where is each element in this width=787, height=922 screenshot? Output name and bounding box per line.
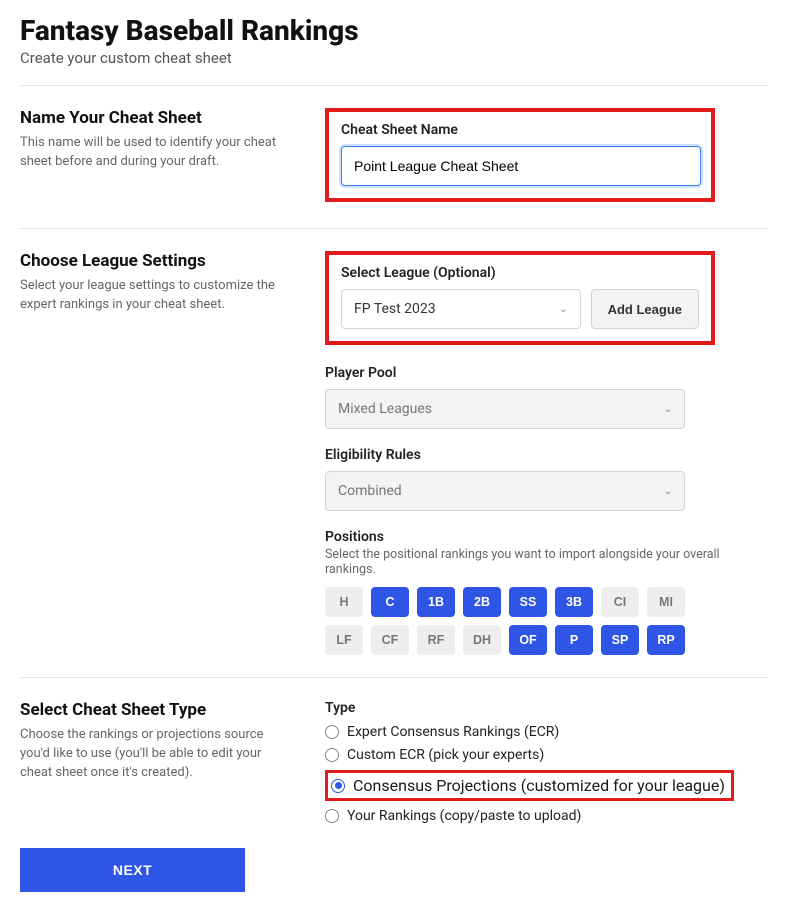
type-option[interactable]: Your Rankings (copy/paste to upload) — [325, 808, 767, 824]
highlight-select-league: Select League (Optional) FP Test 2023 ⌄ … — [325, 251, 715, 345]
player-pool-label: Player Pool — [325, 365, 767, 381]
type-option-label: Consensus Projections (customized for yo… — [353, 776, 725, 795]
add-league-button[interactable]: Add League — [591, 289, 699, 329]
page-subtitle: Create your custom cheat sheet — [20, 49, 767, 67]
position-chip-cf[interactable]: CF — [371, 625, 409, 655]
position-chip-c[interactable]: C — [371, 587, 409, 617]
position-chip-lf[interactable]: LF — [325, 625, 363, 655]
player-pool-dropdown[interactable]: Mixed Leagues ⌄ — [325, 389, 685, 429]
radio-icon — [325, 748, 339, 762]
position-chip-mi[interactable]: MI — [647, 587, 685, 617]
position-chip-sp[interactable]: SP — [601, 625, 639, 655]
select-league-dropdown[interactable]: FP Test 2023 ⌄ — [341, 289, 581, 329]
radio-icon — [325, 725, 339, 739]
position-chip-ci[interactable]: CI — [601, 587, 639, 617]
type-option-label: Custom ECR (pick your experts) — [347, 747, 544, 763]
positions-sublabel: Select the positional rankings you want … — [325, 547, 767, 577]
radio-icon — [325, 809, 339, 823]
type-option-label: Your Rankings (copy/paste to upload) — [347, 808, 581, 824]
type-option-label: Expert Consensus Rankings (ECR) — [347, 724, 559, 740]
type-radio-group: Expert Consensus Rankings (ECR) Custom EC… — [325, 724, 767, 824]
section-league-settings: Choose League Settings Select your leagu… — [20, 229, 767, 677]
radio-icon — [331, 779, 345, 793]
section-heading: Name Your Cheat Sheet — [20, 108, 285, 128]
cheat-name-input[interactable] — [341, 146, 701, 186]
position-chip-h[interactable]: H — [325, 587, 363, 617]
position-chip-rp[interactable]: RP — [647, 625, 685, 655]
type-label: Type — [325, 700, 767, 716]
section-desc: This name will be used to identify your … — [20, 134, 285, 172]
position-chip-2b[interactable]: 2B — [463, 587, 501, 617]
section-heading: Choose League Settings — [20, 251, 285, 271]
section-desc: Choose the rankings or projections sourc… — [20, 726, 285, 783]
position-chip-of[interactable]: OF — [509, 625, 547, 655]
positions-label: Positions — [325, 529, 767, 545]
section-cheat-type: Select Cheat Sheet Type Choose the ranki… — [20, 678, 767, 830]
eligibility-label: Eligibility Rules — [325, 447, 767, 463]
chevron-down-icon: ⌄ — [559, 304, 567, 315]
chevron-down-icon: ⌄ — [664, 486, 672, 497]
position-chip-ss[interactable]: SS — [509, 587, 547, 617]
player-pool-value: Mixed Leagues — [338, 401, 432, 417]
chevron-down-icon: ⌄ — [664, 404, 672, 415]
type-option[interactable]: Expert Consensus Rankings (ECR) — [325, 724, 767, 740]
select-league-label: Select League (Optional) — [341, 265, 699, 281]
position-chip-dh[interactable]: DH — [463, 625, 501, 655]
section-name-sheet: Name Your Cheat Sheet This name will be … — [20, 86, 767, 228]
position-chip-rf[interactable]: RF — [417, 625, 455, 655]
page-title: Fantasy Baseball Rankings — [20, 14, 767, 47]
type-option[interactable]: Custom ECR (pick your experts) — [325, 747, 767, 763]
position-chip-p[interactable]: P — [555, 625, 593, 655]
positions-chips: HC 1B 2B SS 3B CI MI LF CF RF DH OF P SP RP — [325, 587, 715, 655]
next-button[interactable]: NEXT — [20, 848, 245, 892]
cheat-name-label: Cheat Sheet Name — [341, 122, 699, 138]
eligibility-value: Combined — [338, 483, 402, 499]
position-chip-3b[interactable]: 3B — [555, 587, 593, 617]
section-heading: Select Cheat Sheet Type — [20, 700, 285, 720]
section-desc: Select your league settings to customize… — [20, 277, 285, 315]
highlight-cheat-name: Cheat Sheet Name — [325, 108, 715, 202]
select-league-value: FP Test 2023 — [354, 301, 436, 317]
type-option[interactable]: Consensus Projections (customized for yo… — [325, 770, 734, 801]
eligibility-dropdown[interactable]: Combined ⌄ — [325, 471, 685, 511]
position-chip-1b[interactable]: 1B — [417, 587, 455, 617]
